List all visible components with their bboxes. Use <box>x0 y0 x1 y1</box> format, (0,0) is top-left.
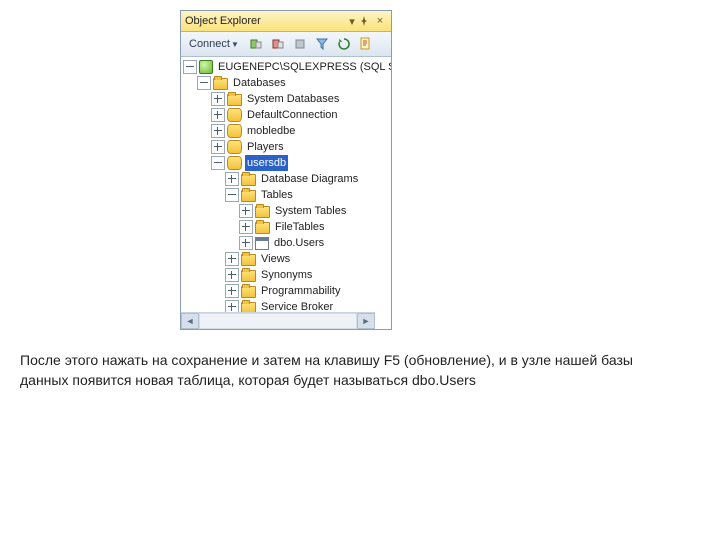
node-label: usersdb <box>245 155 288 171</box>
folder-icon <box>227 94 242 106</box>
node-label: mobledbe <box>245 123 297 139</box>
table-icon <box>255 237 269 250</box>
stop-icon[interactable] <box>291 35 309 53</box>
tree-node-synonyms[interactable]: Synonyms <box>181 267 391 283</box>
expander-icon[interactable] <box>211 124 225 138</box>
disconnect-icon[interactable] <box>269 35 287 53</box>
tree-node-server[interactable]: EUGENEPC\SQLEXPRESS (SQL S <box>181 59 391 75</box>
expander-icon[interactable] <box>211 92 225 106</box>
database-icon <box>227 108 242 122</box>
folder-icon <box>241 286 256 298</box>
expander-icon[interactable] <box>225 268 239 282</box>
expander-icon[interactable] <box>225 284 239 298</box>
server-icon <box>199 60 213 74</box>
tree-node-systables[interactable]: System Tables <box>181 203 391 219</box>
node-label: System Tables <box>273 203 348 219</box>
panel-pin-icon[interactable] <box>359 16 373 26</box>
folder-icon <box>255 206 270 218</box>
connect-button[interactable]: Connect▼ <box>185 37 243 51</box>
expander-icon[interactable] <box>239 220 253 234</box>
tree-node-tables[interactable]: Tables <box>181 187 391 203</box>
tree-node-filetables[interactable]: FileTables <box>181 219 391 235</box>
tree-node-databases[interactable]: Databases <box>181 75 391 91</box>
tree-node-defconn[interactable]: DefaultConnection <box>181 107 391 123</box>
dropdown-arrow-icon: ▼ <box>231 40 239 49</box>
database-icon <box>227 140 242 154</box>
folder-icon <box>241 254 256 266</box>
expander-icon[interactable] <box>225 252 239 266</box>
panel-title-text: Object Explorer <box>185 15 261 27</box>
caption-text: После этого нажать на сохранение и затем… <box>20 350 660 390</box>
expander-icon[interactable] <box>225 188 239 202</box>
node-label: DefaultConnection <box>245 107 340 123</box>
folder-icon <box>255 222 270 234</box>
panel-close-icon[interactable]: × <box>373 15 387 27</box>
refresh-icon[interactable] <box>335 35 353 53</box>
tree-node-diagrams[interactable]: Database Diagrams <box>181 171 391 187</box>
scroll-track[interactable] <box>199 313 357 329</box>
script-icon[interactable] <box>357 35 375 53</box>
expander-icon[interactable] <box>239 204 253 218</box>
node-label: Views <box>259 251 292 267</box>
database-icon <box>227 156 242 170</box>
folder-icon <box>241 190 256 202</box>
database-icon <box>227 124 242 138</box>
tree-node-views[interactable]: Views <box>181 251 391 267</box>
expander-icon[interactable] <box>211 140 225 154</box>
panel-menu-icon[interactable]: ▾ <box>345 15 359 28</box>
tree-node-players[interactable]: Players <box>181 139 391 155</box>
connect-label: Connect <box>189 38 230 50</box>
panel-titlebar[interactable]: Object Explorer ▾ × <box>181 11 391 32</box>
node-label: Tables <box>259 187 295 203</box>
node-label: Players <box>245 139 286 155</box>
node-label: dbo.Users <box>272 235 326 251</box>
connect-server-icon[interactable] <box>247 35 265 53</box>
tree-node-dbousers[interactable]: dbo.Users <box>181 235 391 251</box>
scroll-left-icon[interactable]: ◄ <box>181 313 199 329</box>
scroll-right-icon[interactable]: ► <box>357 313 375 329</box>
tree-node-sysdb[interactable]: System Databases <box>181 91 391 107</box>
toolbar: Connect▼ <box>181 32 391 57</box>
expander-icon[interactable] <box>183 60 197 74</box>
expander-icon[interactable] <box>197 76 211 90</box>
tree-node-mobledbe[interactable]: mobledbe <box>181 123 391 139</box>
tree-view[interactable]: EUGENEPC\SQLEXPRESS (SQL S Databases Sys… <box>181 57 391 329</box>
expander-icon[interactable] <box>225 172 239 186</box>
expander-icon[interactable] <box>211 156 225 170</box>
folder-icon <box>241 270 256 282</box>
node-label: Databases <box>231 75 288 91</box>
tree-node-prog[interactable]: Programmability <box>181 283 391 299</box>
expander-icon[interactable] <box>211 108 225 122</box>
expander-icon[interactable] <box>239 236 253 250</box>
folder-icon <box>241 174 256 186</box>
object-explorer-panel: Object Explorer ▾ × Connect▼ <box>180 10 392 330</box>
horizontal-scrollbar[interactable]: ◄ ► <box>181 312 375 329</box>
node-label: Programmability <box>259 283 342 299</box>
node-label: Database Diagrams <box>259 171 360 187</box>
node-label: FileTables <box>273 219 327 235</box>
node-label: Synonyms <box>259 267 314 283</box>
filter-icon[interactable] <box>313 35 331 53</box>
folder-icon <box>213 78 228 90</box>
node-label: System Databases <box>245 91 341 107</box>
node-label: EUGENEPC\SQLEXPRESS (SQL S <box>216 59 391 75</box>
tree-node-usersdb[interactable]: usersdb <box>181 155 391 171</box>
